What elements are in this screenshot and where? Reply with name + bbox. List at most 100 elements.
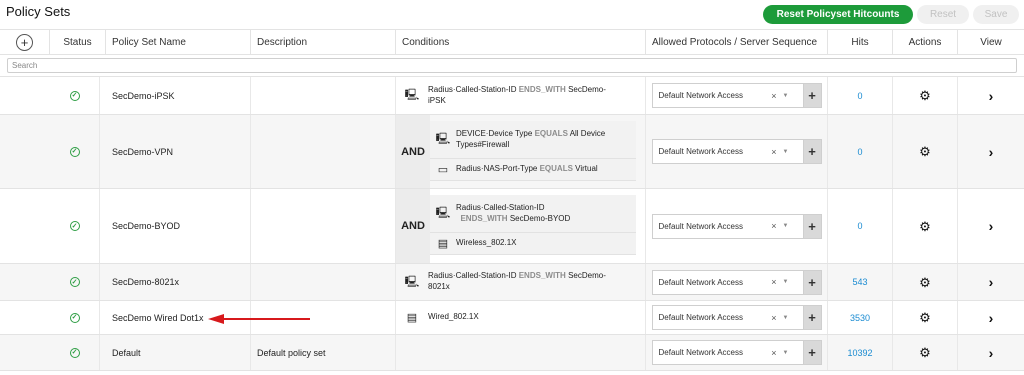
caret-down-icon[interactable]: ▼ [783,93,789,99]
hits-value[interactable]: 3530 [828,301,893,334]
protocol-select[interactable]: Default Network Access × ▼ + [651,269,822,295]
conditions-cell [396,335,646,370]
reset-policyset-hitcounts-button[interactable]: Reset Policyset Hitcounts [763,5,913,24]
conditions-cell[interactable]: AND 🖳 Radius·Called-Station-ID ENDS_WITH… [396,189,646,263]
conditions-cell[interactable]: ▤ Wired_802.1X [396,301,646,334]
sub-condition[interactable]: ▭ Radius·NAS-Port-Type EQUALS Virtual [430,159,636,181]
protocol-value: Default Network Access [658,147,743,156]
policy-set-name[interactable]: Default [106,335,251,370]
policy-set-name[interactable]: SecDemo-8021x [106,264,251,300]
monitor-icon: 🖳 [404,89,420,101]
policy-set-description[interactable] [251,264,396,300]
add-protocol-button[interactable]: + [803,340,822,365]
policy-set-description[interactable] [251,115,396,188]
gear-icon[interactable]: ⚙ [919,311,931,324]
policy-set-name[interactable]: SecDemo-VPN [106,115,251,188]
gear-icon[interactable]: ⚙ [919,220,931,233]
table-row[interactable]: ✓ SecDemo-BYOD AND 🖳 Radius·Called-Stati… [0,189,1024,264]
chevron-right-icon[interactable]: › [989,219,994,233]
table-row[interactable]: ✓ SecDemo-8021x 🖳 Radius·Called-Station-… [0,264,1024,301]
caret-down-icon[interactable]: ▼ [783,315,789,321]
column-header-name[interactable]: Policy Set Name [106,30,251,55]
clear-icon[interactable]: × [771,313,776,323]
add-protocol-button[interactable]: + [803,83,822,108]
column-header-conditions[interactable]: Conditions [396,30,646,55]
search-input[interactable] [7,58,1017,73]
chevron-right-icon[interactable]: › [989,89,994,103]
hits-value[interactable]: 543 [828,264,893,300]
clear-icon[interactable]: × [771,221,776,231]
column-header-status[interactable]: Status [50,30,106,55]
check-circle-icon[interactable]: ✓ [69,146,80,157]
sub-condition[interactable]: ▤ Wireless_802.1X [430,233,636,255]
gear-icon[interactable]: ⚙ [919,89,931,102]
caret-down-icon[interactable]: ▼ [783,149,789,155]
view-cell: › [958,335,1024,370]
chevron-right-icon[interactable]: › [989,346,994,360]
column-header-description[interactable]: Description [251,30,396,55]
and-operator[interactable]: AND [396,189,430,263]
clear-icon[interactable]: × [771,147,776,157]
and-operator[interactable]: AND [396,115,430,188]
protocol-select[interactable]: Default Network Access × ▼ + [651,340,822,365]
table-row[interactable]: ✓ Default Default policy set Default Net… [0,335,1024,371]
protocol-cell: Default Network Access × ▼ + [646,115,828,188]
sub-condition[interactable]: 🖳 DEVICE·Device Type EQUALS All Device Ty… [430,121,636,159]
column-header-protocols[interactable]: Allowed Protocols / Server Sequence [646,30,828,55]
add-policy-set-button[interactable]: + [16,34,33,51]
caret-down-icon[interactable]: ▼ [783,350,789,356]
view-cell: › [958,115,1024,188]
view-cell: › [958,189,1024,263]
caret-down-icon[interactable]: ▼ [783,279,789,285]
chevron-right-icon[interactable]: › [989,275,994,289]
actions-cell: ⚙ [893,264,958,300]
add-protocol-button[interactable]: + [803,305,822,330]
condition-text: Radius·Called-Station-ID ENDS_WITH SecDe… [428,271,606,291]
save-button[interactable]: Save [973,5,1019,24]
check-circle-icon[interactable]: ✓ [69,221,80,231]
chevron-right-icon[interactable]: › [989,145,994,159]
hits-value[interactable]: 0 [828,189,893,263]
table-row[interactable]: ✓ SecDemo-iPSK 🖳 Radius·Called-Station-I… [0,77,1024,115]
protocol-select[interactable]: Default Network Access × ▼ + [651,305,822,330]
table-row[interactable]: ✓ SecDemo Wired Dot1x ▤ Wired_802.1X Def… [0,301,1024,335]
sub-condition[interactable]: 🖳 Radius·Called-Station-ID ENDS_WITH Sec… [430,195,636,233]
hits-value[interactable]: 0 [828,77,893,114]
add-protocol-button[interactable]: + [803,139,822,164]
check-circle-icon[interactable]: ✓ [69,90,80,101]
gear-icon[interactable]: ⚙ [919,276,931,289]
add-protocol-button[interactable]: + [803,269,822,295]
table-row[interactable]: ✓ SecDemo-VPN AND 🖳 DEVICE·Device Type E… [0,115,1024,189]
protocol-select[interactable]: Default Network Access × ▼ + [651,139,822,164]
chevron-right-icon[interactable]: › [989,311,994,325]
hits-value[interactable]: 0 [828,115,893,188]
clear-icon[interactable]: × [771,348,776,358]
column-header-hits[interactable]: Hits [828,30,893,55]
hits-value[interactable]: 10392 [828,335,893,370]
search-row [0,55,1024,77]
condition-text: Radius·Called-Station-ID ENDS_WITH SecDe… [456,202,571,223]
status-cell: ✓ [50,301,100,334]
clear-icon[interactable]: × [771,91,776,101]
check-circle-icon[interactable]: ✓ [69,312,80,323]
conditions-cell[interactable]: AND 🖳 DEVICE·Device Type EQUALS All Devi… [396,115,646,188]
reset-button[interactable]: Reset [917,5,969,24]
status-cell: ✓ [50,264,100,300]
policy-set-description[interactable]: Default policy set [251,335,396,370]
protocol-select[interactable]: Default Network Access × ▼ + [651,83,822,108]
policy-set-description[interactable] [251,189,396,263]
policy-set-description[interactable] [251,77,396,114]
check-circle-icon[interactable]: ✓ [69,277,80,287]
check-circle-icon[interactable]: ✓ [69,347,80,358]
policy-set-name[interactable]: SecDemo-BYOD [106,189,251,263]
gear-icon[interactable]: ⚙ [919,346,931,359]
protocol-select[interactable]: Default Network Access × ▼ + [651,213,822,239]
gear-icon[interactable]: ⚙ [919,145,931,158]
conditions-cell[interactable]: 🖳 Radius·Called-Station-ID ENDS_WITH Sec… [396,264,646,300]
condition-text: Radius·NAS-Port-Type EQUALS Virtual [456,164,598,174]
clear-icon[interactable]: × [771,277,776,287]
conditions-cell[interactable]: 🖳 Radius·Called-Station-ID ENDS_WITH Sec… [396,77,646,114]
add-protocol-button[interactable]: + [803,213,822,239]
policy-set-name[interactable]: SecDemo-iPSK [106,77,251,114]
caret-down-icon[interactable]: ▼ [783,223,789,229]
